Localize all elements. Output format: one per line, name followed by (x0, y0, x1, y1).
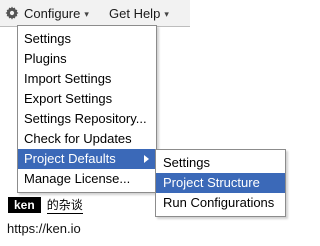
menu-item-label: Project Defaults (24, 151, 116, 166)
configure-menu-button[interactable]: Configure ▾ (24, 6, 89, 22)
get-help-label: Get Help (109, 6, 161, 21)
menu-item-check-for-updates[interactable]: Check for Updates (18, 129, 156, 149)
menu-item-label: Manage License... (24, 171, 131, 186)
welcome-bottom-bar: Configure ▾ Get Help ▾ (0, 0, 190, 27)
submenu-item-label: Run Configurations (163, 195, 275, 210)
submenu-arrow-icon (144, 155, 149, 163)
menu-item-label: Plugins (24, 51, 67, 66)
menu-item-manage-license[interactable]: Manage License... (18, 169, 156, 189)
menu-item-label: Export Settings (24, 91, 113, 106)
submenu-item-settings[interactable]: Settings (156, 153, 285, 173)
chevron-down-icon: ▾ (164, 9, 169, 19)
get-help-menu-button[interactable]: Get Help ▾ (109, 6, 169, 22)
gear-icon[interactable] (5, 6, 19, 20)
menu-item-settings-repository[interactable]: Settings Repository... (18, 109, 156, 129)
project-defaults-submenu: Settings Project Structure Run Configura… (155, 149, 286, 217)
watermark-badge: ken (8, 197, 41, 213)
watermark-brand: ken 的杂谈 (8, 197, 83, 214)
submenu-item-label: Project Structure (163, 175, 260, 190)
menu-item-label: Settings (24, 31, 71, 46)
submenu-item-label: Settings (163, 155, 210, 170)
menu-item-export-settings[interactable]: Export Settings (18, 89, 156, 109)
chevron-down-icon: ▾ (84, 9, 89, 19)
menu-item-import-settings[interactable]: Import Settings (18, 69, 156, 89)
submenu-item-run-configurations[interactable]: Run Configurations (156, 193, 285, 213)
configure-dropdown-menu: Settings Plugins Import Settings Export … (17, 25, 157, 193)
configure-label: Configure (24, 6, 81, 21)
menu-item-label: Settings Repository... (24, 111, 147, 126)
watermark-title: 的杂谈 (46, 198, 83, 214)
submenu-item-project-structure[interactable]: Project Structure (156, 173, 285, 193)
menu-item-project-defaults[interactable]: Project Defaults (18, 149, 156, 169)
watermark-url: https://ken.io (7, 221, 81, 236)
menu-item-label: Import Settings (24, 71, 112, 86)
menu-item-plugins[interactable]: Plugins (18, 49, 156, 69)
menu-item-settings[interactable]: Settings (18, 29, 156, 49)
menu-item-label: Check for Updates (24, 131, 132, 146)
